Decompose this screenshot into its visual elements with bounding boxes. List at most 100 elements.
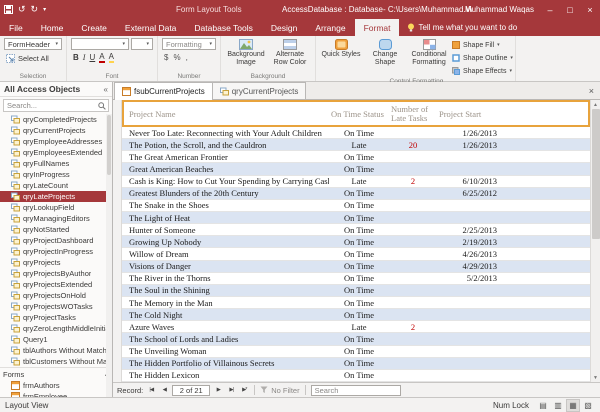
- record-row[interactable]: Cash is King: How to Cut Your Spending b…: [122, 176, 590, 188]
- ribbon-tab[interactable]: Format: [355, 19, 400, 36]
- nav-item[interactable]: tblAuthors Without Matchin...: [0, 345, 112, 356]
- nav-item[interactable]: tblCustomers Without Match...: [0, 356, 112, 367]
- conditional-formatting-button[interactable]: Conditional Formatting: [408, 38, 450, 77]
- ribbon-tab[interactable]: Home: [32, 19, 73, 36]
- sidebar-scrollbar[interactable]: [106, 114, 112, 397]
- save-icon[interactable]: [4, 5, 13, 14]
- ribbon-tab[interactable]: Database Tools: [185, 19, 261, 36]
- last-record-button[interactable]: ▶|: [226, 385, 236, 396]
- number-format-combobox[interactable]: Formatting▾: [162, 38, 216, 50]
- previous-record-button[interactable]: ◀: [159, 385, 169, 396]
- minimize-button[interactable]: –: [540, 0, 560, 19]
- record-row[interactable]: The Light of Heat On Time: [122, 212, 590, 224]
- nav-item[interactable]: qryCompletedProjects: [0, 114, 112, 125]
- nav-item[interactable]: qryNotStarted: [0, 224, 112, 235]
- ribbon-tab[interactable]: External Data: [116, 19, 186, 36]
- nav-pane-header[interactable]: All Access Objects «: [0, 82, 112, 97]
- design-view-button[interactable]: ▧: [581, 399, 595, 412]
- record-row[interactable]: Willow of Dream On Time 4/26/2013: [122, 248, 590, 260]
- nav-item[interactable]: Forms ▴: [0, 367, 112, 380]
- currency-format-icon[interactable]: $: [164, 53, 168, 62]
- record-selector-strip[interactable]: [113, 100, 122, 382]
- font-name-combobox[interactable]: ▾: [71, 38, 129, 50]
- record-row[interactable]: Growing Up Nobody On Time 2/19/2013: [122, 236, 590, 248]
- nav-item[interactable]: qryEmployeesExtended: [0, 147, 112, 158]
- vertical-scrollbar[interactable]: ▲ ▼: [590, 100, 600, 382]
- record-row[interactable]: The Snake in the Shoes On Time: [122, 200, 590, 212]
- form-view-button[interactable]: ▤: [536, 399, 550, 412]
- redo-icon[interactable]: ↻: [31, 5, 39, 14]
- nav-item[interactable]: qryLateProjects: [0, 191, 112, 202]
- nav-item[interactable]: frmEmployee: [0, 391, 112, 397]
- column-header-on-time-status[interactable]: On Time Status: [329, 109, 389, 119]
- record-row[interactable]: Visions of Danger On Time 4/29/2013: [122, 261, 590, 273]
- italic-button[interactable]: I: [83, 54, 86, 62]
- record-row[interactable]: The Hidden Portfolio of Villainous Secre…: [122, 358, 590, 370]
- nav-item[interactable]: qryLookupField: [0, 202, 112, 213]
- font-size-combobox[interactable]: ▾: [131, 38, 153, 50]
- selection-type-combobox[interactable]: FormHeader▾: [4, 38, 62, 50]
- new-record-button[interactable]: ▶*: [239, 385, 249, 396]
- nav-item[interactable]: qryProjectsOnHold: [0, 290, 112, 301]
- change-shape-button[interactable]: Change Shape: [364, 38, 406, 77]
- ribbon-tab[interactable]: Arrange: [306, 19, 354, 36]
- nav-item[interactable]: frmAuthors: [0, 380, 112, 391]
- record-row[interactable]: Never Too Late: Reconnecting with Your A…: [122, 127, 590, 139]
- nav-item[interactable]: qryManagingEditors: [0, 213, 112, 224]
- nav-item[interactable]: qryProjectDashboard: [0, 235, 112, 246]
- font-color-icon[interactable]: A: [99, 53, 104, 63]
- comma-format-icon[interactable]: ,: [186, 53, 188, 62]
- record-position[interactable]: 2 of 21: [172, 385, 210, 396]
- search-input[interactable]: [4, 101, 98, 110]
- close-button[interactable]: ×: [580, 0, 600, 19]
- record-row[interactable]: The Potion, the Scroll, and the Cauldron…: [122, 139, 590, 151]
- record-row[interactable]: The Unveiling Woman On Time: [122, 346, 590, 358]
- nav-item[interactable]: Query1: [0, 334, 112, 345]
- record-row[interactable]: The Hidden Lexicon On Time: [122, 370, 590, 382]
- quick-styles-button[interactable]: Quick Styles: [320, 38, 362, 77]
- alternate-row-color-button[interactable]: Alternate Row Color: [269, 38, 311, 67]
- scrollbar-thumb[interactable]: [107, 115, 111, 175]
- ribbon-tab[interactable]: File: [0, 19, 32, 36]
- scroll-down-icon[interactable]: ▼: [591, 373, 600, 382]
- shutter-bar-icon[interactable]: «: [104, 85, 108, 94]
- datasheet-view-button[interactable]: ▥: [551, 399, 565, 412]
- record-row[interactable]: Greatest Blunders of the 20th Century On…: [122, 188, 590, 200]
- record-row[interactable]: Hunter of Someone On Time 2/25/2013: [122, 224, 590, 236]
- record-row[interactable]: The Cold Night On Time: [122, 309, 590, 321]
- highlight-color-icon[interactable]: A: [109, 53, 114, 63]
- nav-item[interactable]: qryProjectTasks: [0, 312, 112, 323]
- nav-item[interactable]: qryFullNames: [0, 158, 112, 169]
- column-header-project-name[interactable]: Project Name: [124, 109, 329, 119]
- shape-outline-button[interactable]: Shape Outline▾: [452, 52, 513, 64]
- ribbon-tab[interactable]: Create: [72, 19, 116, 36]
- next-record-button[interactable]: ▶: [213, 385, 223, 396]
- undo-icon[interactable]: ↺: [18, 5, 26, 14]
- nav-item[interactable]: qryZeroLengthMiddleInitial: [0, 323, 112, 334]
- scrollbar-thumb[interactable]: [592, 109, 600, 239]
- scroll-up-icon[interactable]: ▲: [591, 100, 600, 109]
- close-tab-icon[interactable]: ×: [583, 86, 600, 96]
- filter-status[interactable]: No Filter: [260, 386, 299, 395]
- ribbon-tab[interactable]: Design: [262, 19, 306, 36]
- record-row[interactable]: The Soul in the Shining On Time: [122, 285, 590, 297]
- nav-item[interactable]: qryProjectsExtended: [0, 279, 112, 290]
- record-row[interactable]: The School of Lords and Ladies On Time: [122, 333, 590, 345]
- bold-button[interactable]: B: [73, 54, 79, 62]
- nav-item[interactable]: qryEmployeeAddresses: [0, 136, 112, 147]
- form-header-row[interactable]: Project Name On Time Status Number of La…: [122, 100, 590, 127]
- maximize-button[interactable]: □: [560, 0, 580, 19]
- layout-view-button[interactable]: ▦: [566, 399, 580, 412]
- record-search-input[interactable]: [312, 386, 400, 395]
- nav-item[interactable]: qryProjectsByAuthor: [0, 268, 112, 279]
- record-row[interactable]: Great American Beaches On Time: [122, 163, 590, 175]
- underline-button[interactable]: U: [89, 54, 95, 62]
- background-image-button[interactable]: Background Image: [225, 38, 267, 67]
- nav-item[interactable]: qryProjectInProgress: [0, 246, 112, 257]
- select-all-button[interactable]: Select All: [4, 52, 62, 65]
- record-row[interactable]: Azure Waves Late 2: [122, 321, 590, 333]
- column-header-project-start[interactable]: Project Start: [437, 109, 507, 119]
- account-name[interactable]: Muhammad Waqas: [465, 0, 534, 19]
- nav-item[interactable]: qryProjectsWOTasks: [0, 301, 112, 312]
- document-tab[interactable]: fsubCurrentProjects: [114, 82, 213, 100]
